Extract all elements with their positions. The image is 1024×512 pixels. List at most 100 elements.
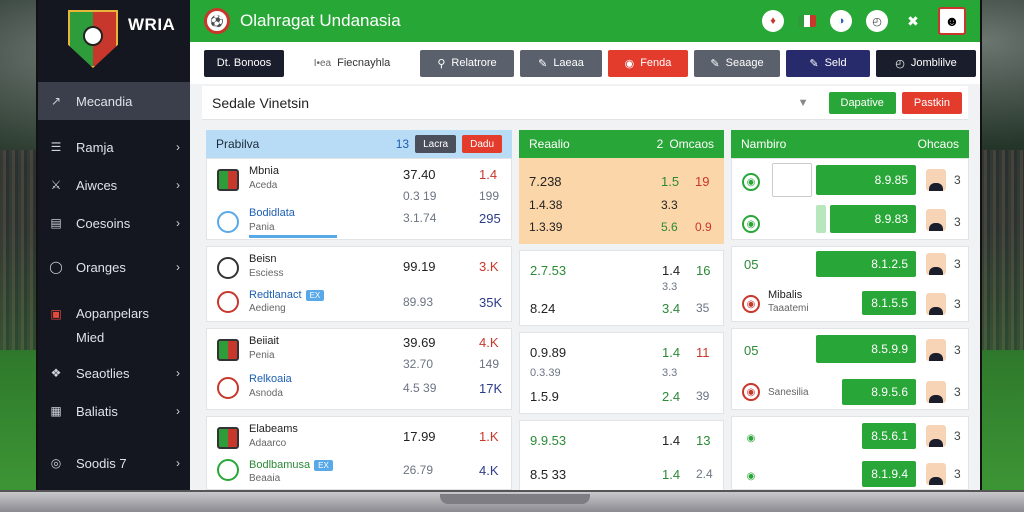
result-value-c3: 0.9: [695, 220, 712, 234]
player-bar[interactable]: 8.9.85: [816, 165, 916, 195]
live-button[interactable]: ◴ Jomblilve: [876, 49, 976, 77]
globe-icon[interactable]: ◑: [830, 10, 852, 32]
match-row[interactable]: Elabeams Adaarco 17.99 1.K: [207, 417, 511, 459]
sidebar-item-2[interactable]: ⚔ Aiwces ›: [38, 166, 190, 204]
player-bar[interactable]: 8.9.5.6: [842, 379, 916, 405]
match-card[interactable]: Elabeams Adaarco 17.99 1.K Bodlbamusa EX …: [206, 416, 512, 490]
result-value-b: 1.4: [662, 433, 681, 448]
fenda-button[interactable]: ◉ Fenda: [608, 49, 688, 77]
team-name: Mbnia: [249, 165, 279, 177]
team-crest-icon: [217, 459, 239, 481]
team-sub: Aceda: [249, 180, 278, 191]
team-sub: Penia: [249, 350, 275, 361]
sidebar-item-0[interactable]: ↗ Mecandia: [38, 82, 190, 120]
target-icon: ◎: [50, 456, 62, 470]
player-count: 3: [954, 173, 961, 187]
seld-button[interactable]: ✎ Seld: [786, 49, 870, 77]
match-card[interactable]: Mbnia Aceda 37.40 1.4 0.3 19 199 Bodidla…: [206, 158, 512, 240]
sidebar-item-1[interactable]: ☰ Ramja ›: [38, 128, 190, 166]
sidebar-item-8[interactable]: ◎ Soodis 7 ›: [38, 444, 190, 482]
relatrore-label: Relatrore: [451, 57, 497, 69]
pastkin-button[interactable]: Pastkin: [901, 91, 962, 114]
player-count: 3: [954, 385, 961, 399]
result-value-b2: 3.3: [662, 367, 678, 379]
club-badge-icon[interactable]: ♦: [762, 10, 784, 32]
brand-name: WRIA: [128, 15, 176, 34]
match-row[interactable]: Relkoaia Asnoda 4.5 39 17K: [207, 371, 511, 409]
seaage-button[interactable]: ✎ Seaage: [694, 49, 780, 77]
brand-logo[interactable]: WRIA: [38, 0, 190, 82]
match-value: 4.5 39: [403, 381, 437, 395]
result-value-c3: 35: [696, 301, 710, 315]
match-row[interactable]: Beisn Esciess 99.19 3.K: [207, 247, 511, 289]
player-bar[interactable]: 8.1.9.4: [862, 461, 916, 487]
match-card[interactable]: Beiiait Penia 39.69 4.K 32.70 149 Relkoa…: [206, 328, 512, 410]
team-sub: Beaaia: [249, 473, 281, 484]
dapative-button[interactable]: Dapative: [828, 91, 896, 114]
chevron-down-icon[interactable]: ▼: [798, 97, 809, 109]
match-row[interactable]: Bodlbamusa EX Beaaia 26.79 4.K: [207, 459, 511, 489]
chevron-right-icon: ›: [176, 404, 180, 418]
sidebar-item-3[interactable]: ▤ Coesoins ›: [38, 204, 190, 242]
result-value-b: 1.4: [662, 263, 681, 278]
player-count: 3: [954, 215, 961, 229]
column-label: Omcaos: [669, 137, 714, 151]
result-value-a3: 1.5.9: [530, 389, 559, 404]
filter-label: Fiecnayhla: [337, 57, 391, 69]
player-bar[interactable]: 8.9.83: [830, 205, 916, 233]
result-card[interactable]: 2.7.53 1.4 16 3.3 8.24 3.4 35: [519, 250, 724, 326]
team-badge: EX: [314, 460, 333, 471]
player-bar[interactable]: 8.1.5.5: [862, 291, 916, 315]
match-value: 17.99: [403, 429, 436, 444]
dadu-button[interactable]: Dadu: [462, 135, 502, 153]
result-value-c: 13: [696, 433, 711, 448]
tools-icon[interactable]: ✖: [902, 10, 924, 32]
progress-underline: [249, 235, 337, 238]
player-card[interactable]: ◉ 8.5.6.1 3 ◉ 8.1.9.4 3: [731, 416, 969, 490]
player-bar[interactable]: 8.5.6.1: [862, 423, 916, 449]
player-card[interactable]: 05 8.5.9.9 3 ◉ Sanesilia 8.9.5.6 3: [731, 328, 969, 410]
ball-icon: [217, 257, 239, 279]
avatar[interactable]: ☻: [938, 7, 966, 35]
result-value-b2: 3.3: [662, 281, 678, 293]
match-value-b: 32.70: [403, 357, 434, 371]
sidebar-item-4[interactable]: ◯ Oranges ›: [38, 248, 190, 286]
result-value-c: 19: [695, 174, 710, 189]
result-card[interactable]: 9.9.53 1.4 13 8.5 33 1.4 2.4: [519, 420, 724, 490]
match-row[interactable]: Beiiait Penia 39.69 4.K 32.70 149: [207, 329, 511, 371]
result-value-b3: 3.4: [662, 301, 681, 316]
team-sub: Esciess: [249, 268, 284, 279]
sidebar-item-7[interactable]: ▦ Baliatis ›: [38, 392, 190, 430]
result-value-b: 1.4: [662, 345, 681, 360]
lacra-button[interactable]: Lacra: [415, 135, 457, 153]
result-value-b: 1.5: [661, 174, 680, 189]
match-card[interactable]: Beisn Esciess 99.19 3.K Redtlanact EX Aed…: [206, 246, 512, 322]
player-card[interactable]: 05 8.1.2.5 3 ◉ Mibalis Taaatemi 8.1.5.5 …: [731, 246, 969, 322]
sidebar-item-5[interactable]: ▣ Aopanpelars Mied: [38, 294, 190, 354]
relatrore-button[interactable]: ⚲ Relatrore: [420, 49, 514, 77]
player-bar[interactable]: 8.1.2.5: [816, 251, 916, 277]
results-column-header: Reaalio 2 Omcaos: [519, 130, 724, 158]
player-bar[interactable]: 8.5.9.9: [816, 335, 916, 363]
sidebar-item-label: Ramja: [76, 139, 114, 155]
laeaa-button[interactable]: ✎ Laeaa: [520, 49, 602, 77]
sidebar-item-label: Oranges: [76, 259, 126, 275]
match-row[interactable]: Bodidlata Pania 3.1.74 295: [207, 201, 511, 243]
filter-button[interactable]: I•ea Fiecnayhla: [290, 50, 414, 77]
flag-icon[interactable]: [798, 15, 816, 27]
clock-icon[interactable]: ◴: [866, 10, 888, 32]
player-card[interactable]: ◉ 8.9.85 3 ◉ 8.9.83 3: [731, 158, 969, 240]
bonus-button[interactable]: Dt. Bonoos: [204, 49, 284, 77]
result-card[interactable]: 7.238 1.5 19 1.4.38 3.3 1.3.39 5.6 0.9: [519, 158, 724, 244]
search-input[interactable]: [202, 94, 798, 111]
club-logo-icon[interactable]: ⚽: [204, 8, 230, 34]
match-row[interactable]: Mbnia Aceda 37.40 1.4 0.3 19 199: [207, 159, 511, 203]
result-value-c: 16: [696, 263, 711, 278]
live-label: Jomblilve: [910, 57, 957, 69]
clock-icon: ◴: [895, 57, 905, 70]
player-count: 3: [954, 257, 961, 271]
match-value: 89.93: [403, 295, 434, 309]
sidebar-item-6[interactable]: ❖ Seaotlies ›: [38, 354, 190, 392]
match-row[interactable]: Redtlanact EX Aedieng 89.93 35K: [207, 289, 511, 323]
result-card[interactable]: 0.9.89 1.4 11 0.3.39 3.3 1.5.9 2.4 39: [519, 332, 724, 414]
